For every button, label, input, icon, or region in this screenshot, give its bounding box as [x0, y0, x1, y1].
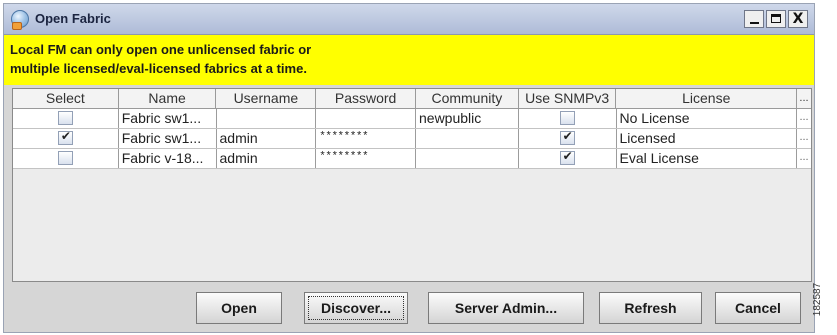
- title-bar[interactable]: Open Fabric X: [4, 4, 814, 35]
- community-cell[interactable]: [416, 129, 519, 148]
- close-button[interactable]: X: [788, 10, 808, 28]
- snmpv3-cell: [519, 149, 617, 168]
- table-header: Select Name Username Password Community …: [13, 89, 811, 109]
- banner-line-2: multiple licensed/eval-licensed fabrics …: [10, 61, 307, 76]
- password-cell[interactable]: ********: [316, 129, 416, 148]
- column-header-snmpv3[interactable]: Use SNMPv3: [519, 89, 617, 108]
- select-checkbox[interactable]: [57, 111, 73, 125]
- column-header-select[interactable]: Select: [13, 89, 119, 108]
- snmpv3-checkbox[interactable]: [559, 129, 575, 145]
- license-warning-banner: Local FM can only open one unlicensed fa…: [4, 35, 814, 85]
- window-controls: X: [744, 10, 808, 28]
- column-header-name[interactable]: Name: [119, 89, 217, 108]
- table-row[interactable]: Fabric v-18... admin ******** Eval Licen…: [13, 149, 811, 169]
- minimize-button[interactable]: [744, 10, 764, 28]
- discover-button[interactable]: Discover...: [304, 292, 408, 324]
- username-cell[interactable]: admin: [217, 129, 317, 148]
- maximize-icon: [771, 14, 781, 23]
- community-cell[interactable]: [416, 149, 519, 168]
- select-cell: [13, 129, 119, 148]
- server-admin-button[interactable]: Server Admin...: [428, 292, 584, 324]
- figure-id: 182587: [812, 270, 837, 330]
- name-cell[interactable]: Fabric sw1...: [119, 129, 217, 148]
- open-button[interactable]: Open: [196, 292, 282, 324]
- refresh-button[interactable]: Refresh: [599, 292, 702, 324]
- community-cell[interactable]: newpublic: [416, 109, 519, 128]
- column-header-password[interactable]: Password: [316, 89, 416, 108]
- select-checkbox[interactable]: [57, 129, 73, 145]
- column-header-community[interactable]: Community: [416, 89, 519, 108]
- license-cell[interactable]: No License: [617, 109, 798, 128]
- snmpv3-cell: [519, 129, 617, 148]
- column-header-username[interactable]: Username: [216, 89, 317, 108]
- cancel-button[interactable]: Cancel: [715, 292, 801, 324]
- table-row[interactable]: Fabric sw1... admin ******** Licensed ..…: [13, 129, 811, 149]
- username-cell[interactable]: admin: [217, 149, 317, 168]
- password-cell[interactable]: [316, 109, 416, 128]
- password-cell[interactable]: ********: [316, 149, 416, 168]
- app-icon: [11, 10, 29, 30]
- select-cell: [13, 109, 119, 128]
- name-cell[interactable]: Fabric v-18...: [119, 149, 217, 168]
- column-header-license[interactable]: License: [616, 89, 798, 108]
- column-header-more[interactable]: ...: [797, 89, 811, 108]
- license-cell[interactable]: Eval License: [617, 149, 798, 168]
- figure-id-text: 182587: [812, 282, 824, 317]
- name-cell[interactable]: Fabric sw1...: [119, 109, 217, 128]
- close-icon: X: [792, 11, 804, 27]
- license-cell[interactable]: Licensed: [617, 129, 798, 148]
- row-more-button[interactable]: ...: [797, 149, 811, 168]
- select-cell: [13, 149, 119, 168]
- button-bar: Open Discover... Server Admin... Refresh…: [4, 292, 814, 326]
- select-checkbox[interactable]: [57, 151, 73, 165]
- row-more-button[interactable]: ...: [797, 109, 811, 128]
- username-cell[interactable]: [217, 109, 317, 128]
- row-more-button[interactable]: ...: [797, 129, 811, 148]
- window-title: Open Fabric: [35, 11, 111, 26]
- open-fabric-dialog: Open Fabric X Local FM can only open one…: [3, 3, 815, 333]
- banner-line-1: Local FM can only open one unlicensed fa…: [10, 42, 312, 57]
- table-row[interactable]: Fabric sw1... newpublic No License ...: [13, 109, 811, 129]
- snmpv3-checkbox[interactable]: [559, 149, 575, 165]
- snmpv3-cell: [519, 109, 617, 128]
- maximize-button[interactable]: [766, 10, 786, 28]
- minimize-icon: [750, 22, 759, 24]
- fabric-table: Select Name Username Password Community …: [12, 88, 812, 282]
- snmpv3-checkbox[interactable]: [559, 111, 575, 125]
